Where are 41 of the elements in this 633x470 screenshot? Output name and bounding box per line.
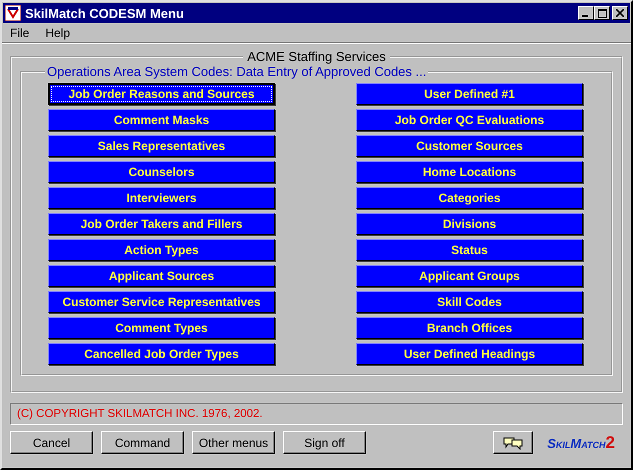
code-button[interactable]: Categories	[356, 187, 583, 209]
menu-item[interactable]: File	[10, 26, 30, 40]
action-button[interactable]: Command	[101, 431, 184, 454]
code-button[interactable]: User Defined Headings	[356, 343, 583, 365]
logo-name: SkilMatch	[547, 436, 606, 450]
code-button[interactable]: Customer Service Representatives	[48, 291, 275, 313]
code-button[interactable]: Counselors	[48, 161, 275, 183]
code-button[interactable]: Job Order Takers and Fillers	[48, 213, 275, 235]
group-title: Operations Area System Codes: Data Entry of Approved Codes ...	[46, 64, 428, 79]
code-button[interactable]: User Defined #1	[356, 83, 583, 105]
status-bar: (C) COPYRIGHT SKILMATCH INC. 1976, 2002.	[10, 403, 623, 425]
close-button[interactable]	[612, 6, 628, 20]
action-button[interactable]: Cancel	[10, 431, 93, 454]
code-button[interactable]: Job Order QC Evaluations	[356, 109, 583, 131]
maximize-icon	[598, 8, 606, 18]
code-button[interactable]: Divisions	[356, 213, 583, 235]
logo-version: 2	[606, 432, 615, 452]
close-icon	[616, 9, 624, 17]
code-button[interactable]: Job Order Reasons and Sources	[48, 83, 275, 105]
window-title: SkilMatch CODESM Menu	[25, 6, 185, 20]
chat-button[interactable]	[493, 431, 534, 454]
group-title: ACME Staffing Services	[246, 49, 387, 64]
action-button[interactable]: Other menus	[192, 431, 275, 454]
code-button[interactable]: Comment Types	[48, 317, 275, 339]
code-button[interactable]: Branch Offices	[356, 317, 583, 339]
code-button[interactable]: Comment Masks	[48, 109, 275, 131]
code-button[interactable]: Home Locations	[356, 161, 583, 183]
menu-item[interactable]: Help	[45, 26, 70, 40]
code-button[interactable]: Action Types	[48, 239, 275, 261]
code-button[interactable]: Skill Codes	[356, 291, 583, 313]
code-button[interactable]: Status	[356, 239, 583, 261]
maximize-button[interactable]	[594, 6, 610, 20]
minimize-button[interactable]	[578, 6, 594, 20]
code-button[interactable]: Sales Representatives	[48, 135, 275, 157]
code-button[interactable]: Applicant Groups	[356, 265, 583, 287]
code-button[interactable]: Interviewers	[48, 187, 275, 209]
action-button[interactable]: Sign off	[283, 431, 366, 454]
code-button[interactable]: Customer Sources	[356, 135, 583, 157]
speech-bubbles-icon	[503, 436, 524, 450]
code-button[interactable]: Applicant Sources	[48, 265, 275, 287]
code-button[interactable]: Cancelled Job Order Types	[48, 343, 275, 365]
